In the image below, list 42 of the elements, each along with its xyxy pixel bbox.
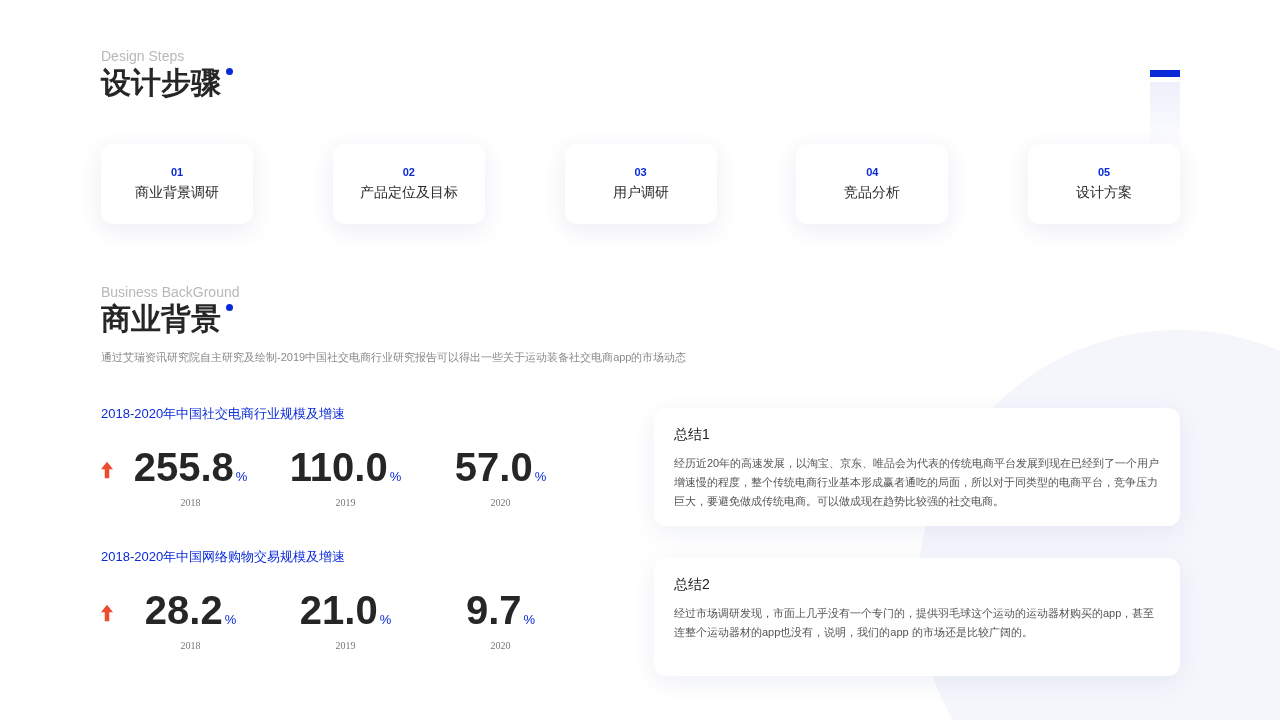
stat-year: 2020 <box>490 640 511 651</box>
summary-title: 总结2 <box>674 576 711 594</box>
stat-unit: % <box>534 469 547 484</box>
summary-text: 经过市场调研发现，市面上几乎没有一个专门的，提供羽毛球这个运动的运动器材购买的app，甚至连整个运动器材的app也没有，说明，我们的app 的市场还是比较广阔的。 <box>674 606 1156 640</box>
step-label: 设计方案 <box>1076 184 1132 202</box>
section-description: 通过艾瑞资讯研究院自主研究及绘制-2019中国社交电商行业研究报告可以得出一些关于运动装备社交电商app的市场动态 <box>101 350 688 365</box>
step-label: 竞品分析 <box>844 184 901 202</box>
stat-unit: % <box>224 612 237 627</box>
stat-year: 2019 <box>335 497 356 508</box>
step-label: 产品定位及目标 <box>359 184 458 202</box>
step-number: 05 <box>1097 166 1111 178</box>
stat-unit: % <box>235 469 248 484</box>
step-label: 商业背景调研 <box>135 184 219 202</box>
stat-unit: % <box>389 469 402 484</box>
step-number: 03 <box>634 166 647 178</box>
stat-value: 21.0 <box>299 588 378 632</box>
stat-year: 2018 <box>180 497 201 508</box>
stat-unit: % <box>379 612 392 627</box>
section-title: 设计步骤 <box>101 65 221 101</box>
stat-heading: 2018-2020年中国网络购物交易规模及增速 <box>101 548 347 566</box>
accent-bar <box>1150 70 1180 77</box>
stat-value: 110.0 <box>289 445 388 489</box>
stat-value: 57.0 <box>454 445 533 489</box>
summary-title: 总结1 <box>674 426 711 444</box>
step-number: 01 <box>170 166 184 178</box>
step-label: 用户调研 <box>612 184 669 202</box>
stat-value: 28.2 <box>144 588 223 632</box>
step-number: 02 <box>402 166 415 178</box>
stat-unit: % <box>523 612 536 627</box>
stat-year: 2018 <box>180 640 201 651</box>
accent-dot <box>226 304 233 311</box>
section-subtitle: Business BackGround <box>101 284 241 300</box>
step-number: 04 <box>866 166 879 178</box>
section-title: 商业背景 <box>101 301 221 337</box>
stat-heading: 2018-2020年中国社交电商行业规模及增速 <box>101 405 347 423</box>
stat-value: 9.7 <box>465 588 522 632</box>
accent-dot <box>226 68 233 75</box>
stat-value: 255.8 <box>133 445 234 489</box>
stat-year: 2019 <box>335 640 356 651</box>
stat-year: 2020 <box>490 497 511 508</box>
summary-text: 经历近20年的高速发展，以淘宝、京东、唯品会为代表的传统电商平台发展到现在已经到了一个用户增速慢的程度，整个传统电商行业基本形成赢者通吃的局面，所以对于同类型的电商平台，竞争压力巨大，要避免做成传统电商。可以做成现在趋势比较强的社交电商。 <box>674 456 1160 509</box>
section-subtitle: Design Steps <box>101 48 186 64</box>
